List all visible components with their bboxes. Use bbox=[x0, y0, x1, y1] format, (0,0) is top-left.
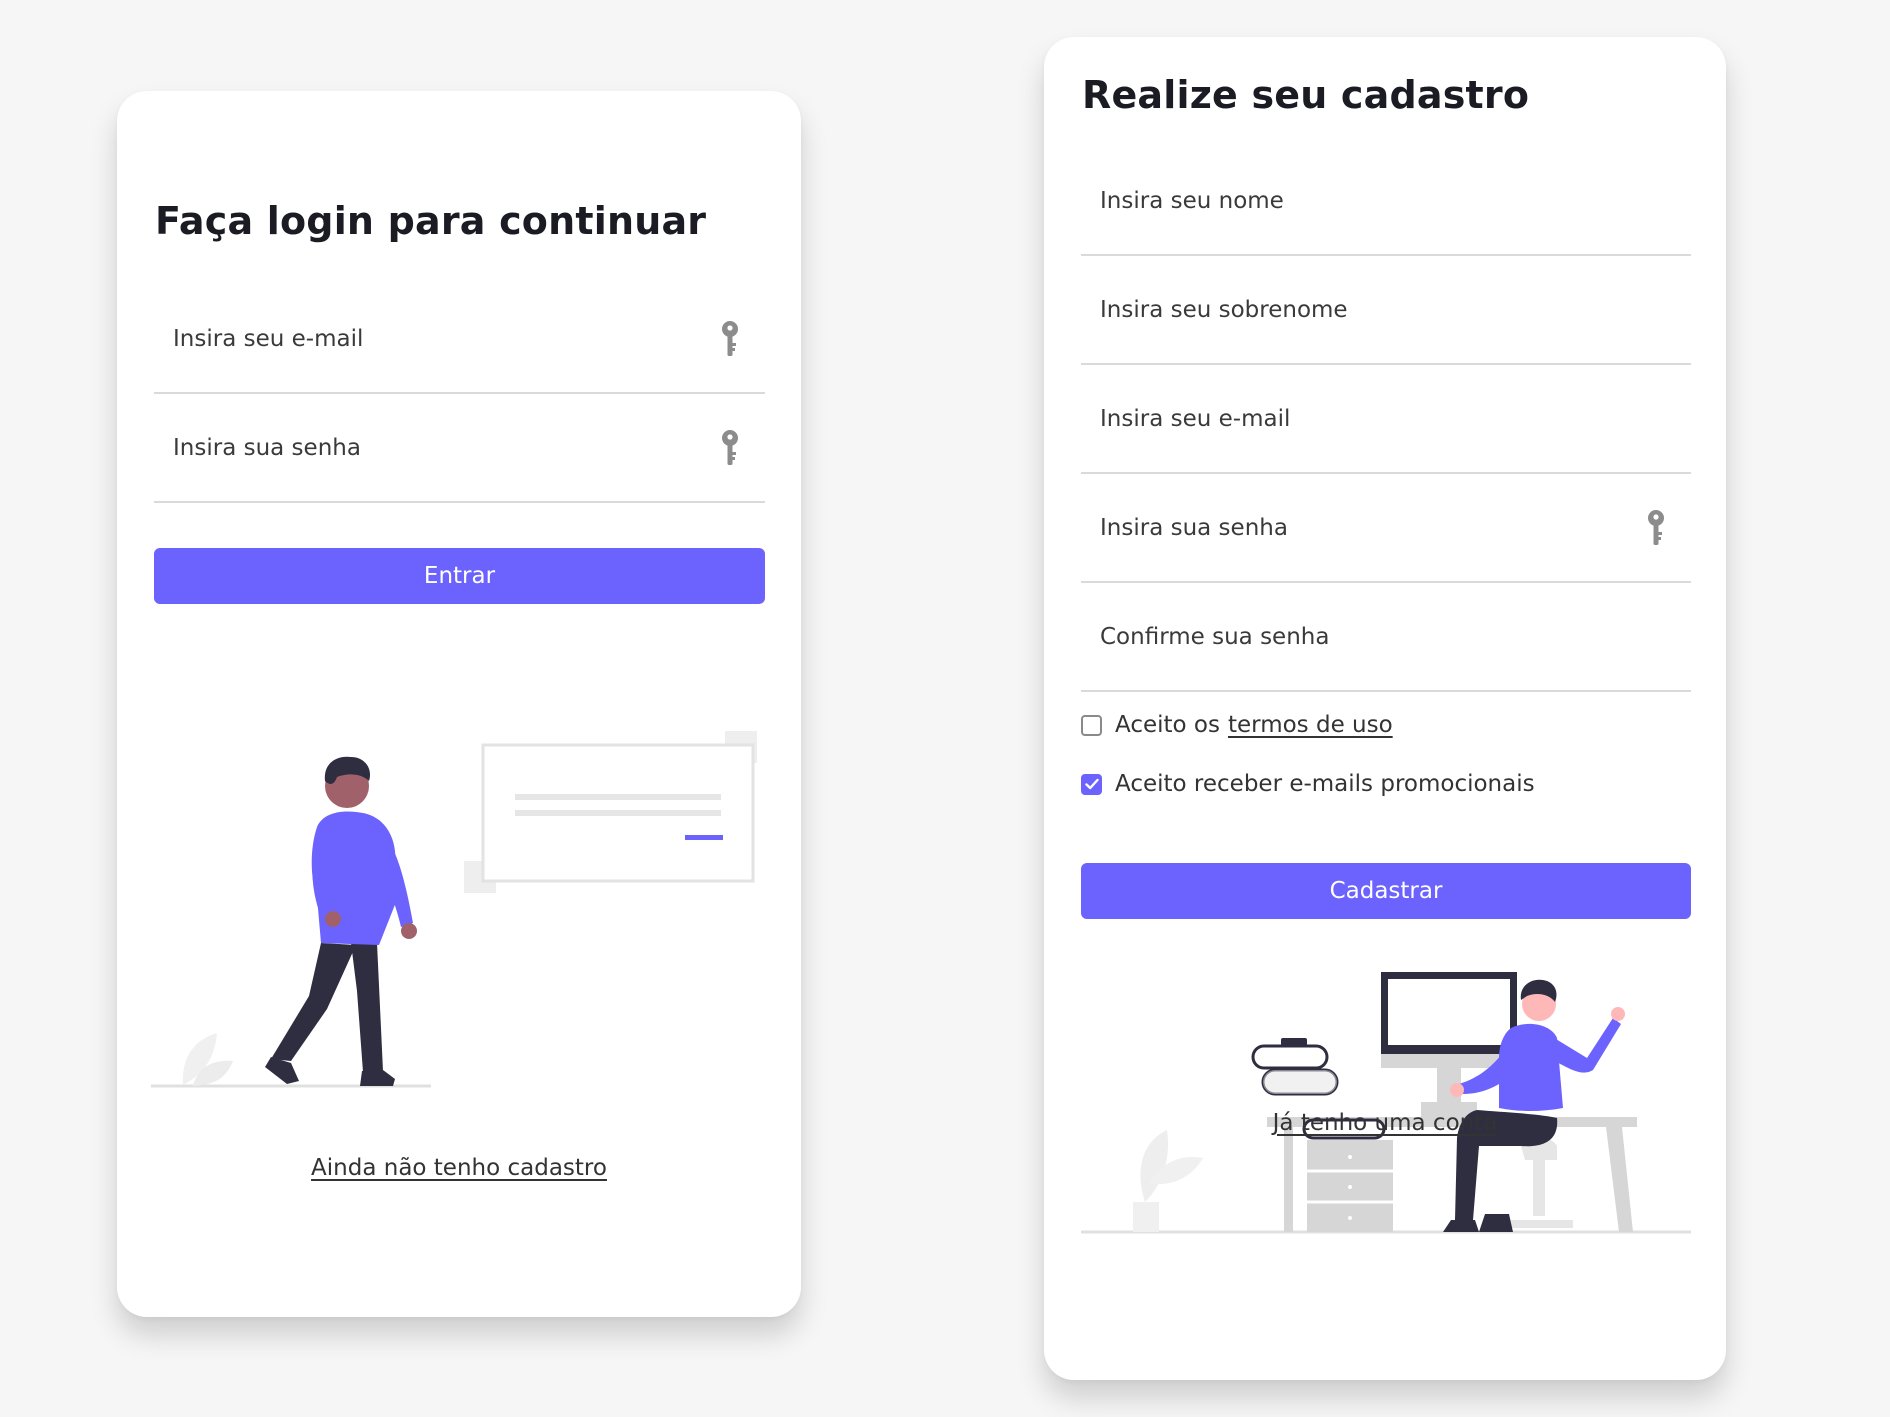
signup-illustration bbox=[1081, 972, 1691, 1234]
promo-row: Aceito receber e-mails promocionais bbox=[1081, 769, 1535, 799]
confirm-password-input[interactable] bbox=[1081, 584, 1691, 690]
register-link[interactable]: Ainda não tenho cadastro bbox=[117, 1155, 801, 1181]
promo-checkbox[interactable] bbox=[1081, 773, 1102, 795]
key-icon[interactable] bbox=[719, 320, 741, 358]
login-email-input[interactable] bbox=[154, 286, 765, 392]
login-submit-button[interactable]: Entrar bbox=[154, 548, 765, 604]
terms-link[interactable]: termos de uso bbox=[1228, 712, 1393, 738]
login-title: Faça login para continuar bbox=[155, 199, 707, 243]
signup-card: Realize seu cadastro Aceito os termos de… bbox=[1044, 37, 1726, 1380]
login-link[interactable]: Já tenho uma conta bbox=[1044, 1110, 1726, 1136]
promo-label: Aceito receber e-mails promocionais bbox=[1115, 771, 1535, 797]
signup-email-input[interactable] bbox=[1081, 366, 1691, 472]
first-name-input[interactable] bbox=[1081, 148, 1691, 254]
terms-row: Aceito os termos de uso bbox=[1081, 710, 1393, 740]
signup-submit-button[interactable]: Cadastrar bbox=[1081, 863, 1691, 919]
signup-email-field bbox=[1081, 366, 1691, 474]
login-illustration bbox=[151, 731, 757, 1088]
login-email-field bbox=[154, 286, 765, 394]
signup-first-name-field bbox=[1081, 148, 1691, 256]
key-icon[interactable] bbox=[719, 429, 741, 467]
signup-password-input[interactable] bbox=[1081, 475, 1691, 581]
key-icon[interactable] bbox=[1645, 509, 1667, 547]
login-password-field bbox=[154, 395, 765, 503]
terms-checkbox[interactable] bbox=[1081, 714, 1102, 736]
signup-title: Realize seu cadastro bbox=[1082, 73, 1530, 117]
check-icon bbox=[1084, 778, 1099, 790]
last-name-input[interactable] bbox=[1081, 257, 1691, 363]
signup-confirm-password-field bbox=[1081, 584, 1691, 692]
signup-password-field bbox=[1081, 475, 1691, 583]
terms-label: Aceito os bbox=[1115, 712, 1220, 738]
login-password-input[interactable] bbox=[154, 395, 765, 501]
login-card: Faça login para continuar Entrar bbox=[117, 91, 801, 1317]
signup-last-name-field bbox=[1081, 257, 1691, 365]
